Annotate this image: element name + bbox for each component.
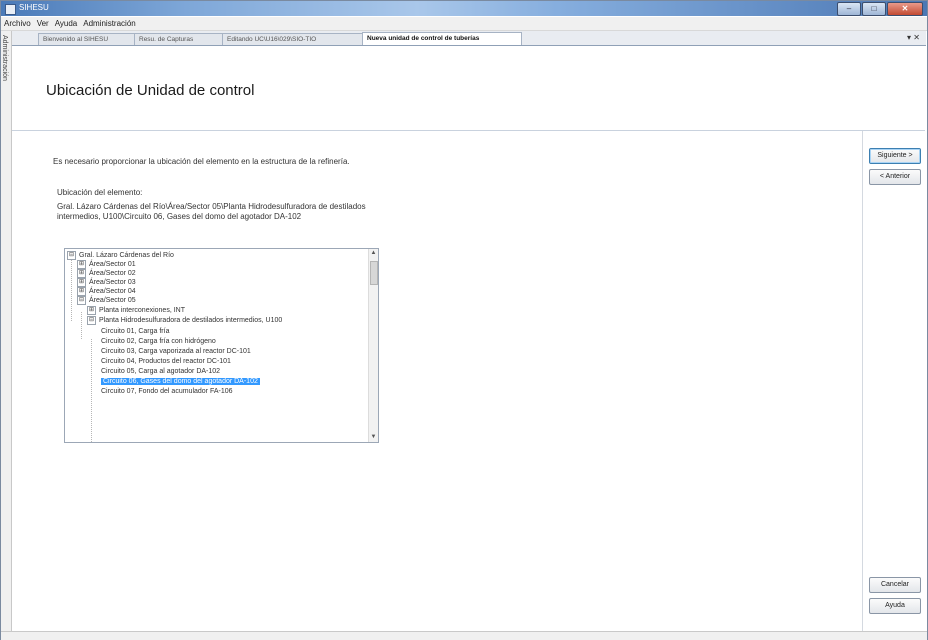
tab-close-icon[interactable]: ▾ ✕ xyxy=(907,33,920,42)
menu-bar: Archivo Ver Ayuda Administración xyxy=(1,17,927,31)
tree-node-sector-05[interactable]: ⊟ Área/Sector 05 xyxy=(77,296,136,305)
side-strip-label: Administración xyxy=(1,35,8,81)
expand-icon[interactable]: ⊞ xyxy=(77,269,86,278)
tree-node-circuito-02[interactable]: Circuito 02, Carga fría con hidrógeno xyxy=(101,337,216,346)
menu-ayuda[interactable]: Ayuda xyxy=(52,17,81,30)
tree-node-circuito-01[interactable]: Circuito 01, Carga fría xyxy=(101,327,169,336)
cancel-button[interactable]: Cancelar xyxy=(869,577,921,593)
next-button[interactable]: Siguiente > xyxy=(869,148,921,164)
expand-icon[interactable]: ⊞ xyxy=(77,260,86,269)
collapse-icon[interactable]: ⊟ xyxy=(67,251,76,260)
menu-administracion[interactable]: Administración xyxy=(80,17,138,30)
maximize-icon[interactable]: □ xyxy=(862,2,886,16)
menu-archivo[interactable]: Archivo xyxy=(1,17,34,30)
tree-guide-line xyxy=(91,339,92,442)
tree-node-circuito-07[interactable]: Circuito 07, Fondo del acumulador FA-106 xyxy=(101,387,233,396)
expand-icon[interactable]: ⊞ xyxy=(77,287,86,296)
scroll-up-icon[interactable]: ▲ xyxy=(369,249,378,258)
collapse-icon[interactable]: ⊟ xyxy=(87,316,96,325)
help-button[interactable]: Ayuda xyxy=(869,598,921,614)
scroll-thumb[interactable] xyxy=(370,261,378,285)
minimize-icon[interactable]: – xyxy=(837,2,861,16)
tree-node-sector-04[interactable]: ⊞ Área/Sector 04 xyxy=(77,287,136,296)
collapse-icon[interactable]: ⊟ xyxy=(77,296,86,305)
tree-node-circuito-04[interactable]: Circuito 04, Productos del reactor DC-10… xyxy=(101,357,231,366)
tree-node-planta-int[interactable]: ⊞ Planta interconexiones, INT xyxy=(87,306,185,315)
title-bar: SIHESU – □ ✕ xyxy=(1,1,927,16)
tree-node-circuito-06[interactable]: Circuito 06, Gases del domo del agotador… xyxy=(101,377,260,386)
location-label: Ubicación del elemento: xyxy=(57,188,143,197)
tab-nueva-unidad[interactable]: Nueva unidad de control de tuberías xyxy=(362,32,522,45)
menu-ver[interactable]: Ver xyxy=(34,17,52,30)
tree-node-sector-02[interactable]: ⊞ Área/Sector 02 xyxy=(77,269,136,278)
tree-guide-line xyxy=(71,258,72,321)
tree-node-circuito-05[interactable]: Circuito 05, Carga al agotador DA-102 xyxy=(101,367,220,376)
wizard-actions-panel: Siguiente > < Anterior Cancelar Ayuda xyxy=(862,131,926,631)
tab-editando[interactable]: Editando UC\U16\029\SIO-TIO xyxy=(222,33,364,45)
tree-node-sector-03[interactable]: ⊞ Área/Sector 03 xyxy=(77,278,136,287)
instruction-text: Es necesario proporcionar la ubicación d… xyxy=(53,157,350,166)
location-value: Gral. Lázaro Cárdenas del Río\Área/Secto… xyxy=(57,202,366,221)
tab-bienvenido[interactable]: Bienvenido al SIHESU xyxy=(38,33,136,45)
tree-node-root[interactable]: ⊟ Gral. Lázaro Cárdenas del Río xyxy=(67,251,174,260)
expand-icon[interactable]: ⊞ xyxy=(87,306,96,315)
tab-bar: Bienvenido al SIHESU Resu. de Capturas E… xyxy=(12,31,926,46)
tree-node-circuito-03[interactable]: Circuito 03, Carga vaporizada al reactor… xyxy=(101,347,251,356)
expand-icon[interactable]: ⊞ xyxy=(77,278,86,287)
app-icon xyxy=(5,4,16,15)
location-tree[interactable]: ⊟ Gral. Lázaro Cárdenas del Río ⊞ Área/Sec… xyxy=(64,248,379,443)
window-controls: – □ ✕ xyxy=(836,2,923,16)
side-panel-strip[interactable]: Administración xyxy=(1,31,12,631)
status-bar xyxy=(1,631,927,640)
page-title: Ubicación de Unidad de control xyxy=(46,82,255,99)
back-button[interactable]: < Anterior xyxy=(869,169,921,185)
close-icon[interactable]: ✕ xyxy=(887,2,923,16)
tab-resumen-capturas[interactable]: Resu. de Capturas xyxy=(134,33,224,45)
tree-scrollbar[interactable]: ▲ ▼ xyxy=(368,249,378,442)
tree-node-sector-01[interactable]: ⊞ Área/Sector 01 xyxy=(77,260,136,269)
page-header: Ubicación de Unidad de control xyxy=(12,46,925,131)
wizard-body: Es necesario proporcionar la ubicación d… xyxy=(12,131,862,631)
tree-guide-line xyxy=(81,312,82,339)
window-title: SIHESU xyxy=(19,3,49,12)
tree-node-planta-u100[interactable]: ⊟ Planta Hidrodesulfuradora de destilados… xyxy=(87,316,282,325)
scroll-down-icon[interactable]: ▼ xyxy=(369,433,378,442)
